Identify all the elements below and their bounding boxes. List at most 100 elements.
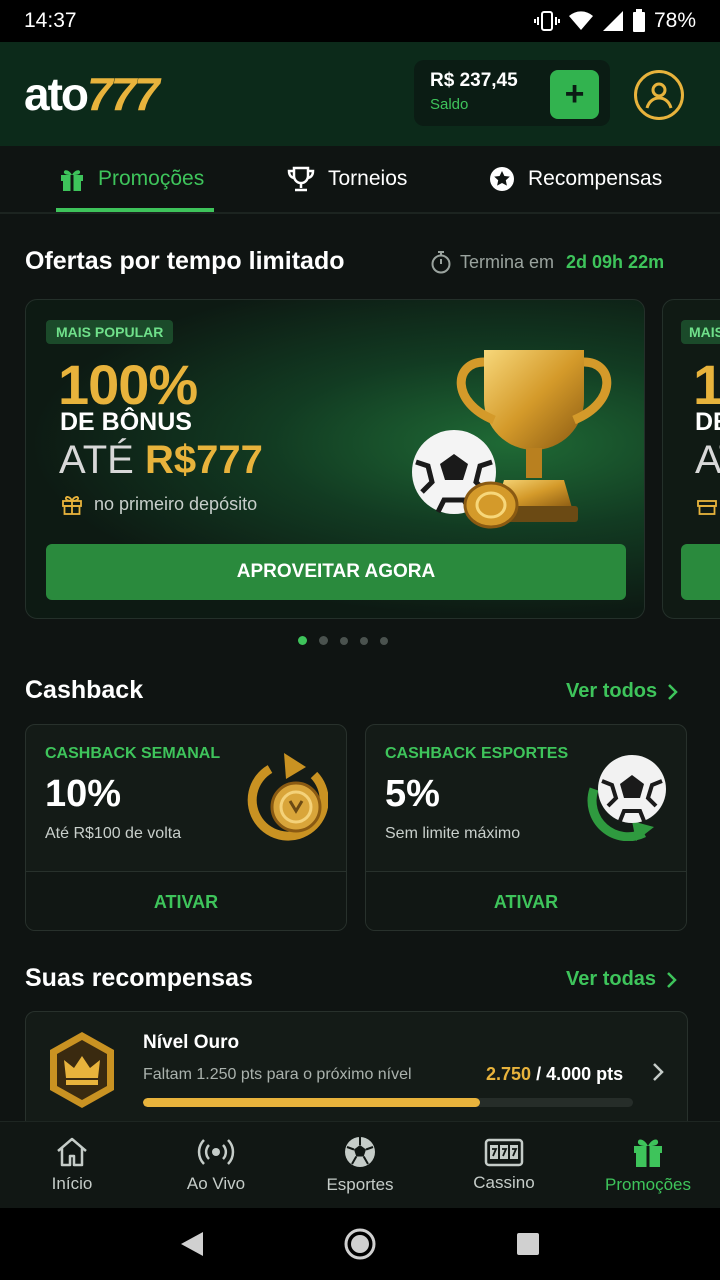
level-description: Faltam 1.250 pts para o próximo nível xyxy=(143,1066,412,1083)
user-icon xyxy=(645,82,673,109)
offer-timer: Termina em 2d 09h 22m xyxy=(430,250,664,274)
vibrate-icon xyxy=(533,11,560,31)
cashback-percent: 5% xyxy=(385,773,440,815)
nav-item-promocoes[interactable]: Promoções xyxy=(576,1122,720,1208)
home-icon xyxy=(57,1137,87,1167)
system-navigation-bar xyxy=(0,1208,720,1280)
tab-torneios[interactable]: Torneios xyxy=(286,146,407,212)
nav-label: Esportes xyxy=(326,1175,394,1194)
promo-amount: R$777 xyxy=(144,438,263,482)
trophy-icon xyxy=(287,166,315,192)
gift-icon xyxy=(634,1139,662,1167)
battery-percent: 78% xyxy=(653,9,696,32)
activate-button[interactable]: ATIVAR xyxy=(366,871,686,930)
nav-item-esportes[interactable]: Esportes xyxy=(288,1122,432,1208)
level-name: Nível Ouro xyxy=(143,1032,240,1053)
slot-machine-icon xyxy=(484,1138,524,1167)
chevron-right-icon xyxy=(653,1063,664,1081)
tab-label: Torneios xyxy=(328,167,408,190)
nav-label: Ao Vivo xyxy=(186,1174,246,1193)
promo-cta-button[interactable] xyxy=(681,544,720,600)
tab-promocoes[interactable]: Promoções xyxy=(58,146,204,212)
level-progress-bar xyxy=(143,1098,633,1107)
offers-title: Ofertas por tempo limitado xyxy=(25,247,345,275)
cashback-see-all-link[interactable]: Ver todos xyxy=(566,680,679,703)
level-progress-fill xyxy=(143,1098,480,1107)
nav-label: Cassino xyxy=(473,1173,535,1192)
soccer-ball-refresh-icon xyxy=(587,755,666,841)
nav-item-cassino[interactable]: Cassino xyxy=(432,1122,576,1208)
rewards-see-all-link[interactable]: Ver todas xyxy=(566,968,678,991)
promo-amount-line: ATÉ R$777 xyxy=(59,438,263,483)
carousel-dot[interactable] xyxy=(340,636,348,645)
rewards-title: Suas recompensas xyxy=(25,964,253,992)
bottom-navigation: Início Ao Vivo Esportes Cassino Promoçõe… xyxy=(0,1121,720,1208)
cashback-card-weekly: CASHBACK SEMANAL 10% Até R$100 de volta … xyxy=(25,724,347,931)
timer-value: 2d 09h 22m xyxy=(566,251,665,272)
cashback-percent: 10% xyxy=(45,773,122,815)
promo-bonus-label: DE xyxy=(695,408,720,436)
gift-icon xyxy=(61,170,83,191)
cashback-subtitle: Até R$100 de volta xyxy=(45,825,182,842)
active-tab-indicator xyxy=(56,208,214,212)
stopwatch-icon xyxy=(431,251,451,274)
tab-label: Recompensas xyxy=(528,167,663,190)
crown-badge-icon xyxy=(50,1032,114,1108)
back-icon[interactable] xyxy=(179,1230,205,1258)
carousel-dots xyxy=(298,636,388,645)
carousel-dot[interactable] xyxy=(298,636,307,645)
home-circle-icon[interactable] xyxy=(343,1227,377,1261)
status-icons: 78% xyxy=(533,9,696,33)
points-current: 2.750 xyxy=(486,1064,532,1084)
profile-avatar-button[interactable] xyxy=(634,70,684,120)
promo-badge: MAIS xyxy=(681,320,720,344)
promo-bonus-label: DE BÔNUS xyxy=(60,408,192,436)
timer-label: Termina em xyxy=(460,251,555,272)
see-all-label: Ver todos xyxy=(566,680,658,702)
signal-icon xyxy=(602,11,623,31)
gift-icon xyxy=(697,500,717,515)
nav-label: Início xyxy=(51,1174,93,1193)
trophy-soccer-illustration xyxy=(412,350,612,529)
status-time: 14:37 xyxy=(24,9,77,32)
cashback-card-sports: CASHBACK ESPORTES 5% Sem limite máximo A… xyxy=(365,724,687,931)
promo-card-next[interactable]: MAIS 1 DE AT xyxy=(662,299,720,619)
cashback-card-title: CASHBACK ESPORTES xyxy=(385,745,569,762)
nav-item-inicio[interactable]: Início xyxy=(0,1122,144,1208)
promo-amount-line: AT xyxy=(695,438,720,482)
see-all-label: Ver todas xyxy=(566,968,657,990)
live-broadcast-icon xyxy=(197,1139,235,1165)
promo-cta-button[interactable]: APROVEITAR AGORA xyxy=(46,544,626,600)
activate-button[interactable]: ATIVAR xyxy=(26,871,346,930)
logo-accent: 777 xyxy=(87,68,160,120)
app-header: ato777 xyxy=(0,42,720,146)
promo-tabs: Promoções Torneios Recompensas xyxy=(0,146,720,214)
tab-label: Promoções xyxy=(98,167,205,190)
chevron-right-icon xyxy=(667,971,677,988)
status-bar: 14:37 78% xyxy=(0,0,720,42)
promo-note-text: no primeiro depósito xyxy=(94,493,258,514)
carousel-dot[interactable] xyxy=(360,636,368,645)
nav-item-ao-vivo[interactable]: Ao Vivo xyxy=(144,1122,288,1208)
cashback-title: Cashback xyxy=(25,676,144,704)
chevron-right-icon xyxy=(668,683,678,700)
carousel-dot[interactable] xyxy=(319,636,328,645)
recents-icon[interactable] xyxy=(515,1231,541,1257)
promo-badge: MAIS POPULAR xyxy=(46,320,174,344)
cashback-card-title: CASHBACK SEMANAL xyxy=(45,745,221,762)
deposit-button[interactable]: + xyxy=(550,70,599,119)
plus-icon: + xyxy=(564,75,585,113)
tab-recompensas[interactable]: Recompensas xyxy=(488,146,662,212)
star-badge-icon xyxy=(490,167,514,191)
carousel-dot[interactable] xyxy=(380,636,388,645)
promo-card-bonus[interactable]: MAIS POPULAR 100% DE BÔNUS ATÉ R$777 no … xyxy=(25,299,645,619)
promo-note: no primeiro depósito xyxy=(60,492,257,516)
wifi-icon xyxy=(568,11,593,30)
points-target: / 4.000 pts xyxy=(536,1064,624,1084)
brand-logo[interactable]: ato777 xyxy=(24,67,160,121)
reward-level-card[interactable]: Nível Ouro Faltam 1.250 pts para o próxi… xyxy=(25,1011,688,1131)
cashback-subtitle: Sem limite máximo xyxy=(385,825,521,842)
nav-label: Promoções xyxy=(605,1175,691,1194)
promo-amount-prefix: ATÉ xyxy=(59,438,134,482)
battery-icon xyxy=(632,9,645,32)
